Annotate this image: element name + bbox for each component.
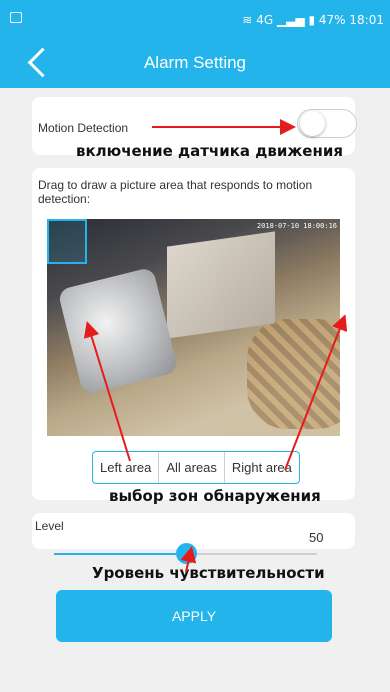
arrow-to-left-area — [83, 321, 131, 462]
arrow-to-slider — [180, 546, 197, 573]
annotation-arrows — [83, 119, 348, 573]
arrow-to-right-area — [284, 314, 348, 471]
